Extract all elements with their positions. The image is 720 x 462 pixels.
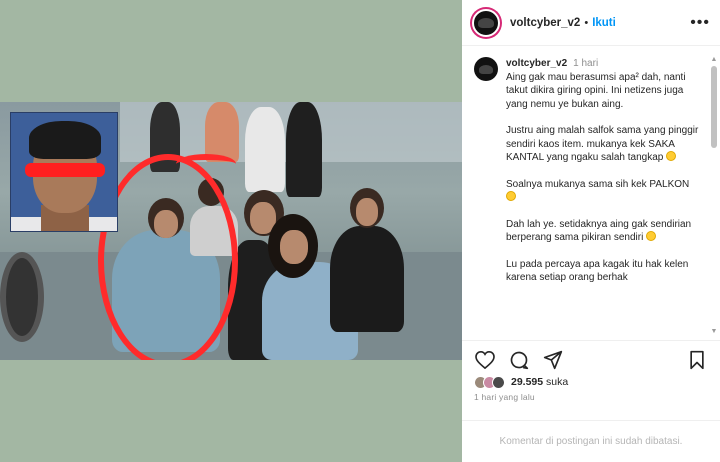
scroll-up-icon[interactable]: ▲: [710, 56, 718, 64]
user-avatar[interactable]: [472, 8, 500, 37]
crowd-person: [205, 102, 239, 162]
caption-paragraph: Soalnya mukanya sama sih kek PALKON: [506, 178, 700, 205]
share-icon[interactable]: [542, 349, 564, 371]
follow-button[interactable]: Ikuti: [592, 17, 616, 29]
caption-username[interactable]: voltcyber_v2: [506, 58, 567, 69]
inset-portrait: [10, 112, 118, 232]
likes-count: 29.595: [511, 376, 544, 388]
pensive-face-emoji: [646, 231, 657, 241]
person-face: [280, 230, 308, 264]
caption-row: voltcyber_v2 1 hari Aing gak mau berasums…: [474, 57, 700, 285]
caption-time: 1 hari: [573, 58, 599, 69]
comment-icon[interactable]: [508, 349, 530, 371]
header-username[interactable]: voltcyber_v2: [510, 17, 580, 29]
post-media[interactable]: [0, 0, 462, 462]
header-separator: •: [584, 16, 589, 29]
more-options-icon[interactable]: •••: [690, 14, 710, 32]
caption-area[interactable]: voltcyber_v2 1 hari Aing gak mau berasums…: [462, 47, 720, 340]
caption-paragraph: voltcyber_v2 1 hari Aing gak mau berasums…: [506, 57, 700, 111]
avatar-figure: [478, 17, 494, 28]
censor-band: [25, 163, 105, 177]
post-photo: [0, 102, 462, 360]
avatar-figure: [479, 64, 493, 74]
bookmark-icon[interactable]: [686, 349, 708, 371]
likes-label: suka: [546, 376, 569, 388]
portrait-hair: [29, 121, 101, 159]
caption-avatar[interactable]: [474, 57, 498, 81]
action-bar: [462, 340, 720, 378]
caption-paragraph: Dah lah ye. setidaknya aing gak sendiria…: [506, 218, 700, 245]
crowd-person: [286, 102, 322, 197]
thinking-face-emoji: [506, 191, 516, 201]
post-side-panel: voltcyber_v2 • Ikuti ••• voltcyber_v2 1 h…: [462, 0, 720, 462]
likes-row: 29.595 suka: [474, 374, 568, 390]
crowd-person: [245, 107, 285, 192]
likes-text[interactable]: 29.595 suka: [511, 376, 568, 388]
highlight-circle: [98, 154, 238, 360]
liker-avatar[interactable]: [492, 375, 505, 389]
motorbike-wheel: [0, 252, 44, 342]
crowd-person: [330, 226, 404, 332]
comments-limited-notice: Komentar di postingan ini sudah dibatasi…: [462, 420, 720, 462]
caption-scrollbar[interactable]: ▲ ▼: [710, 56, 718, 336]
post-header: voltcyber_v2 • Ikuti •••: [462, 0, 720, 46]
caption-paragraph: Justru aing malah salfok sama yang pingg…: [506, 124, 700, 165]
heart-icon[interactable]: [474, 349, 496, 371]
caption-paragraph-3: Soalnya mukanya sama sih kek PALKON: [506, 178, 690, 190]
scroll-down-icon[interactable]: ▼: [710, 328, 718, 336]
caption-paragraph-1: Aing gak mau berasumsi apa² dah, nanti t…: [506, 71, 686, 110]
scroll-thumb[interactable]: [711, 66, 717, 148]
thinking-face-emoji: [666, 151, 677, 161]
highlight-circle-tail: [176, 154, 236, 174]
caption-paragraph-4: Dah lah ye. setidaknya aing gak sendiria…: [506, 218, 692, 244]
caption-text: voltcyber_v2 1 hari Aing gak mau berasums…: [506, 57, 700, 285]
post-date[interactable]: 1 hari yang lalu: [474, 392, 535, 402]
caption-paragraph-5: Lu pada percaya apa kagak itu hak kelen …: [506, 258, 689, 284]
person-face: [356, 198, 378, 226]
caption-paragraph: Lu pada percaya apa kagak itu hak kelen …: [506, 258, 700, 285]
